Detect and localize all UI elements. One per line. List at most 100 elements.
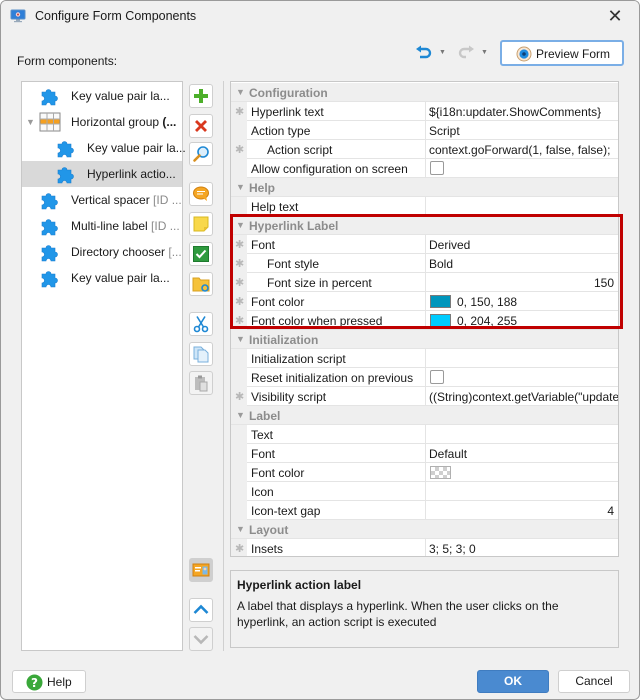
move-up-button[interactable]	[189, 598, 213, 622]
redo-button[interactable]: ▼	[457, 43, 491, 63]
property-row[interactable]: ✱ Font color 0, 150, 188	[231, 292, 618, 311]
property-row[interactable]: Reset initialization on previous	[231, 368, 618, 387]
tree-item[interactable]: Hyperlink actio...	[22, 161, 182, 187]
puzzle-icon	[38, 86, 62, 109]
property-value[interactable]: Derived	[425, 235, 618, 254]
property-row[interactable]: Icon-text gap 4	[231, 501, 618, 520]
preview-form-button[interactable]: Preview Form	[500, 40, 624, 66]
property-value[interactable]: ((String)context.getVariable("updater.	[425, 387, 618, 406]
property-row[interactable]: ✱ Insets 3; 5; 3; 0	[231, 539, 618, 556]
tree-expander-icon[interactable]: ▼	[26, 117, 35, 127]
help-button[interactable]: ? Help	[12, 670, 86, 693]
tree-item[interactable]: Directory chooser [...	[22, 239, 182, 265]
property-row[interactable]: ✱ Font size in percent 150	[231, 273, 618, 292]
property-row[interactable]: Font Default	[231, 444, 618, 463]
property-grid[interactable]: ▼ Configuration ✱ Hyperlink text ${i18n:upda…	[230, 81, 619, 557]
property-value[interactable]	[425, 349, 618, 368]
tree-item[interactable]: Key value pair la...	[22, 135, 186, 161]
add-button[interactable]	[189, 84, 213, 108]
category-row[interactable]: ▼ Help	[231, 178, 618, 197]
category-name: Layout	[249, 523, 289, 537]
tree-item[interactable]: Vertical spacer [ID ...	[22, 187, 182, 213]
property-row[interactable]: ✱ Visibility script ((String)context.getVa…	[231, 387, 618, 406]
property-checkbox[interactable]	[430, 370, 444, 384]
property-value[interactable]: Default	[425, 444, 618, 463]
modified-asterisk-icon: ✱	[235, 277, 245, 289]
collapse-triangle-icon[interactable]: ▼	[236, 182, 245, 192]
property-value[interactable]	[425, 463, 618, 482]
property-row[interactable]: ✱ Font style Bold	[231, 254, 618, 273]
property-value[interactable]: context.goForward(1, false, false);	[425, 140, 618, 159]
property-value-text: Bold	[429, 257, 454, 271]
property-value[interactable]: 150	[425, 273, 618, 292]
undo-button[interactable]: ▼	[415, 43, 449, 63]
property-value[interactable]: 4	[425, 501, 618, 520]
folder-button[interactable]	[189, 272, 213, 296]
property-row[interactable]: Icon	[231, 482, 618, 501]
ok-button[interactable]: OK	[477, 670, 549, 693]
paste-button[interactable]	[189, 371, 213, 395]
note-button[interactable]	[189, 212, 213, 236]
property-row[interactable]: Allow configuration on screen	[231, 159, 618, 178]
collapse-triangle-icon[interactable]: ▼	[236, 87, 245, 97]
property-row[interactable]: ✱ Font color when pressed 0, 204, 255	[231, 311, 618, 330]
property-value[interactable]: 3; 5; 3; 0	[425, 539, 618, 556]
category-row[interactable]: ▼ Initialization	[231, 330, 618, 349]
property-value[interactable]	[425, 197, 618, 216]
tree-item[interactable]: Multi-line label [ID ...	[22, 213, 182, 239]
check-button[interactable]	[189, 242, 213, 266]
property-value[interactable]: ${i18n:updater.ShowComments}	[425, 102, 618, 121]
cancel-button[interactable]: Cancel	[558, 670, 630, 693]
row-gutter	[231, 159, 247, 178]
color-swatch[interactable]	[430, 295, 451, 308]
delete-button[interactable]	[189, 114, 213, 138]
property-name: Hyperlink text	[251, 105, 324, 119]
property-row[interactable]: Text	[231, 425, 618, 444]
property-name: Font	[251, 238, 276, 252]
property-row[interactable]: ✱ Action script context.goForward(1, false…	[231, 140, 618, 159]
property-value-text: context.goForward(1, false, false);	[429, 143, 611, 157]
property-row[interactable]: Action type Script	[231, 121, 618, 140]
property-value[interactable]	[425, 425, 618, 444]
collapse-triangle-icon[interactable]: ▼	[236, 410, 245, 420]
copy-button[interactable]	[189, 342, 213, 366]
property-value[interactable]	[425, 159, 618, 178]
property-value[interactable]: Script	[425, 121, 618, 140]
undo-dropdown-arrow[interactable]: ▼	[439, 49, 446, 56]
property-checkbox[interactable]	[430, 161, 444, 175]
category-row[interactable]: ▼ Layout	[231, 520, 618, 539]
cut-button[interactable]	[189, 312, 213, 336]
property-row[interactable]: Help text	[231, 197, 618, 216]
collapse-triangle-icon[interactable]: ▼	[236, 524, 245, 534]
form-components-tree[interactable]: Key value pair la... ▼ Horizontal group (.…	[21, 81, 186, 651]
collapse-triangle-icon[interactable]: ▼	[236, 220, 245, 230]
redo-dropdown-arrow[interactable]: ▼	[481, 49, 488, 56]
property-row[interactable]: Font color	[231, 463, 618, 482]
tree-item[interactable]: Key value pair la...	[22, 265, 182, 291]
category-row[interactable]: ▼ Configuration	[231, 83, 618, 102]
property-row[interactable]: ✱ Font Derived	[231, 235, 618, 254]
tree-item-label: Directory chooser [...	[71, 245, 182, 259]
property-value[interactable]: Bold	[425, 254, 618, 273]
puzzle-icon	[38, 216, 62, 239]
search-button[interactable]	[189, 142, 213, 166]
category-row[interactable]: ▼ Label	[231, 406, 618, 425]
comment-button[interactable]	[189, 182, 213, 206]
collapse-triangle-icon[interactable]: ▼	[236, 334, 245, 344]
tree-item[interactable]: Key value pair la...	[22, 83, 182, 109]
property-name: Allow configuration on screen	[251, 162, 408, 176]
property-value[interactable]: 0, 204, 255	[425, 311, 618, 330]
property-value[interactable]	[425, 368, 618, 387]
preview-image-button[interactable]	[189, 558, 213, 582]
close-button[interactable]: ✕	[605, 6, 625, 26]
property-value[interactable]: 0, 150, 188	[425, 292, 618, 311]
category-row[interactable]: ▼ Hyperlink Label	[231, 216, 618, 235]
empty-color-swatch[interactable]	[430, 466, 451, 479]
move-down-button[interactable]	[189, 627, 213, 651]
property-value[interactable]	[425, 482, 618, 501]
color-swatch[interactable]	[430, 314, 451, 327]
property-row[interactable]: Initialization script	[231, 349, 618, 368]
property-row[interactable]: ✱ Hyperlink text ${i18n:updater.ShowCommen…	[231, 102, 618, 121]
dialog-window: Configure Form Components ✕ Form compone…	[0, 0, 640, 700]
tree-item[interactable]: ▼ Horizontal group (...	[22, 109, 182, 135]
